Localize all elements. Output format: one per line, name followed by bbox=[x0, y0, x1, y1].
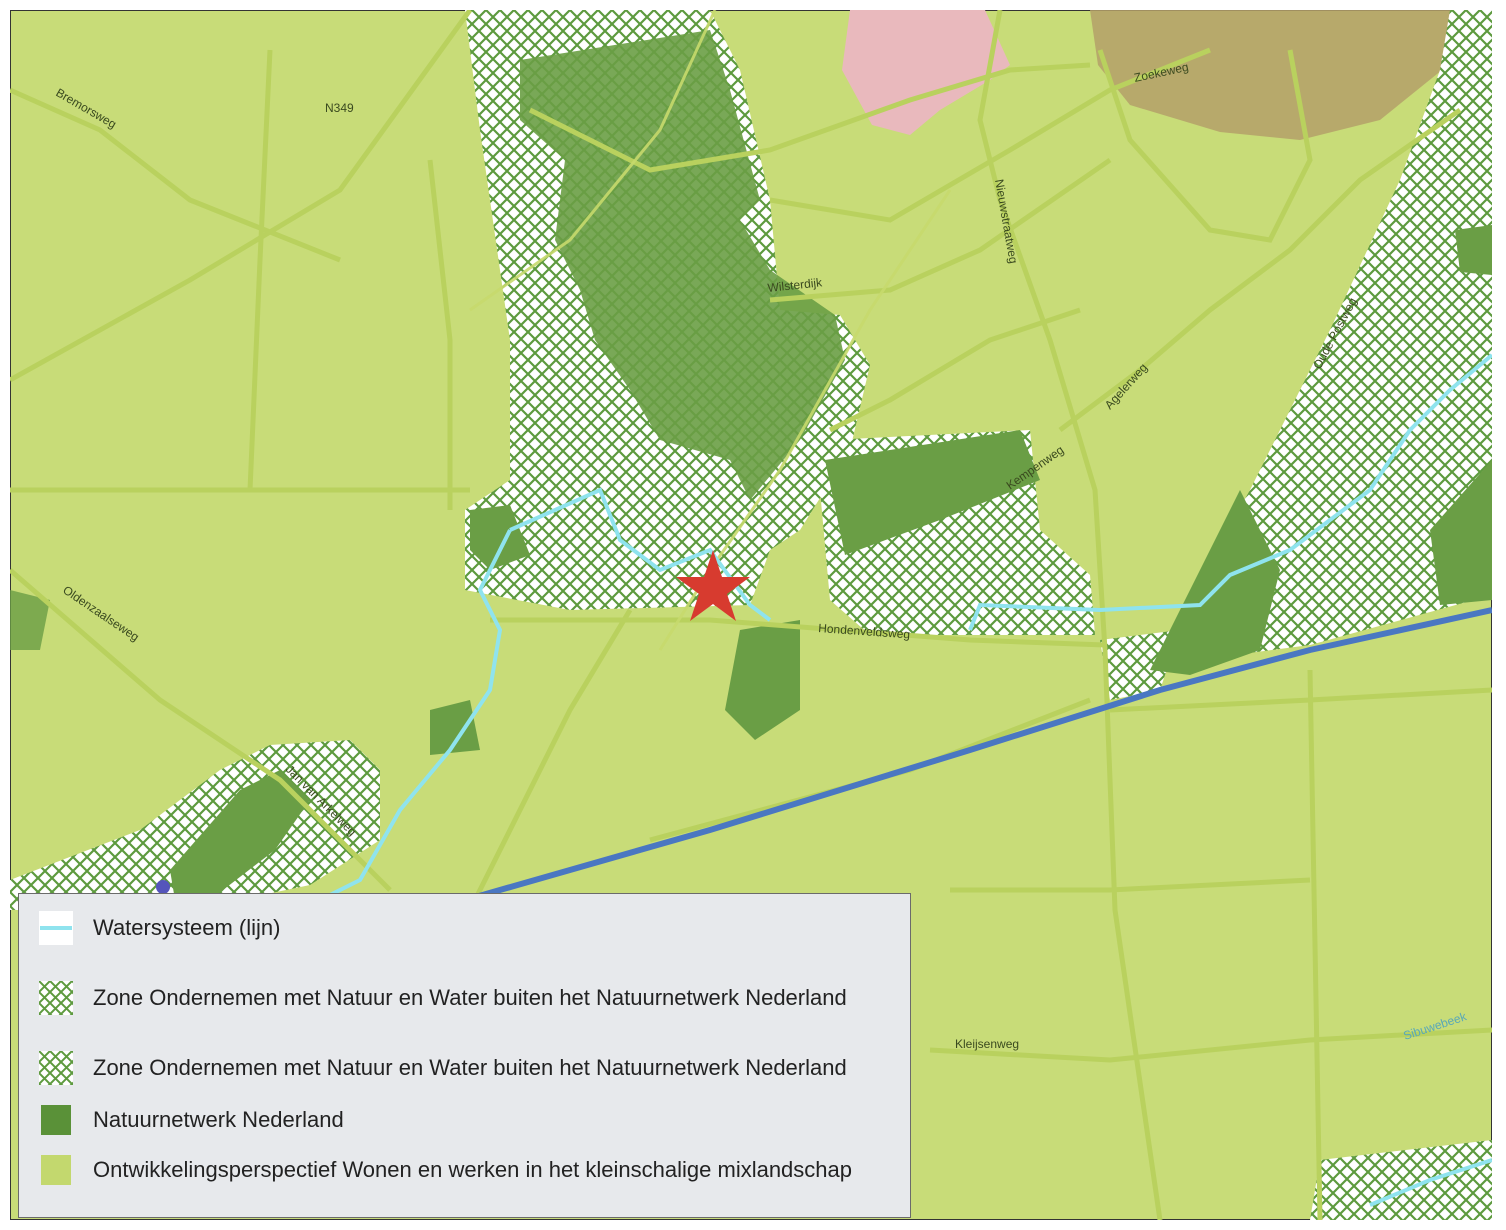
water-point bbox=[156, 880, 170, 894]
legend-item-zone-ondernemen-1: Zone Ondernemen met Natuur en Water buit… bbox=[39, 981, 847, 1015]
legend-item-watersysteem: Watersysteem (lijn) bbox=[39, 911, 280, 945]
map-legend: Watersysteem (lijn) Zone Ondernemen met … bbox=[18, 893, 911, 1218]
legend-label: Natuurnetwerk Nederland bbox=[93, 1107, 344, 1132]
water-line-icon bbox=[39, 911, 73, 945]
legend-label: Zone Ondernemen met Natuur en Water buit… bbox=[93, 1055, 847, 1080]
light-green-fill-icon bbox=[41, 1155, 71, 1185]
legend-label: Ontwikkelingsperspectief Wonen en werken… bbox=[93, 1157, 852, 1182]
hatch-pattern-icon bbox=[39, 981, 73, 1015]
legend-label: Watersysteem (lijn) bbox=[93, 915, 281, 940]
label-kleijsenweg: Kleijsenweg bbox=[955, 1037, 1019, 1051]
legend-item-zone-ondernemen-2: Zone Ondernemen met Natuur en Water buit… bbox=[39, 1051, 847, 1085]
map-frame: Bremorsweg N349 Zoekeweg Nieuwstraatweg … bbox=[0, 0, 1506, 1230]
label-n349: N349 bbox=[325, 101, 354, 115]
hatch-pattern-icon bbox=[39, 1051, 73, 1085]
legend-label: Zone Ondernemen met Natuur en Water buit… bbox=[93, 985, 847, 1010]
legend-item-natuurnetwerk: Natuurnetwerk Nederland bbox=[39, 1103, 344, 1137]
dark-green-fill-icon bbox=[41, 1105, 71, 1135]
legend-item-mixlandschap: Ontwikkelingsperspectief Wonen en werken… bbox=[39, 1153, 852, 1187]
